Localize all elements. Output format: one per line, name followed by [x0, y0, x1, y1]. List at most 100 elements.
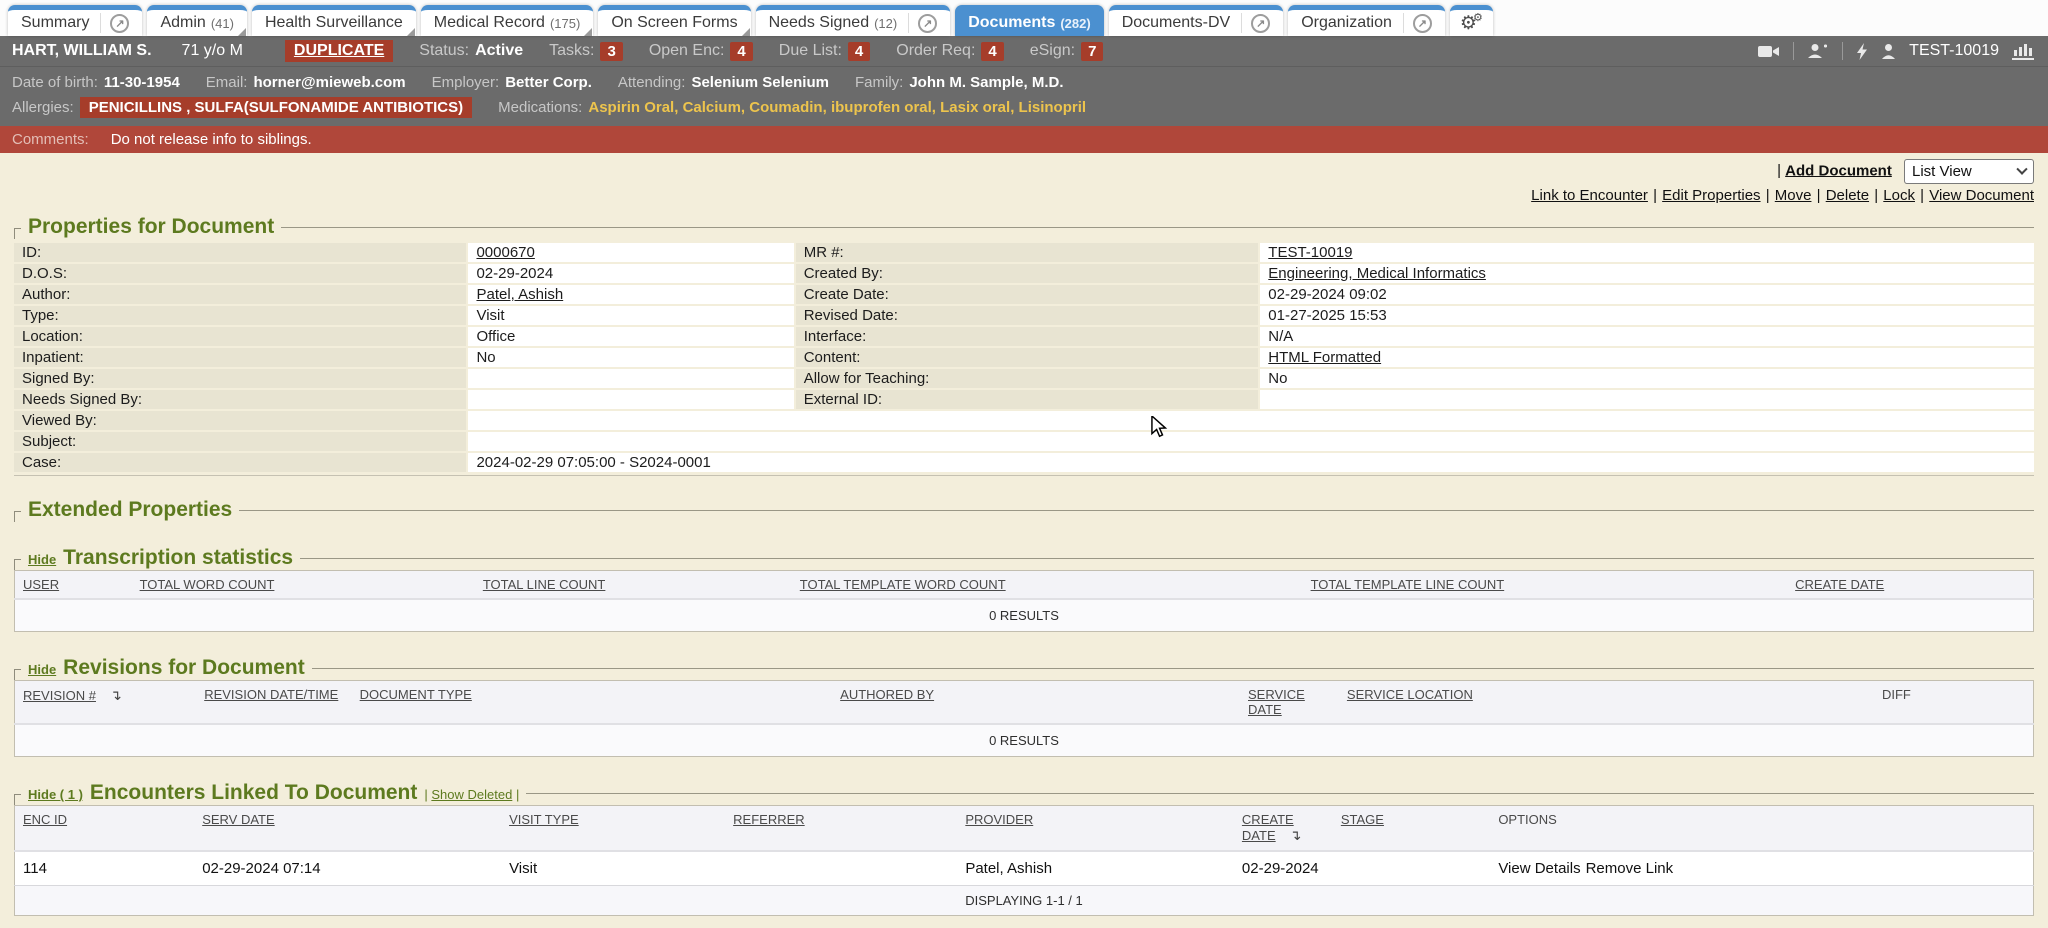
tab-organization[interactable]: Organization ↗: [1288, 5, 1445, 36]
col-header-user[interactable]: USER: [15, 571, 132, 600]
col-header-total-line-count[interactable]: TOTAL LINE COUNT: [475, 571, 792, 600]
col-header-revision-datetime[interactable]: REVISION DATE/TIME: [196, 681, 351, 725]
due-list-count-badge[interactable]: 4: [848, 42, 870, 61]
lock-link[interactable]: Lock: [1883, 187, 1929, 204]
family-doctor: Family:John M. Sample, M.D.: [855, 74, 1064, 91]
chevron-down-icon: [2016, 163, 2027, 174]
external-link-icon[interactable]: ↗: [1413, 14, 1432, 33]
col-header-revision-number[interactable]: REVISION #↴: [15, 681, 197, 725]
medication-link[interactable]: ibuprofen oral: [831, 99, 940, 116]
col-header-document-type[interactable]: DOCUMENT TYPE: [352, 681, 833, 725]
doc-id-link[interactable]: 0000670: [476, 244, 534, 261]
medications-label: Medications:: [498, 99, 582, 116]
mr-number-link[interactable]: TEST-10019: [1268, 244, 1352, 261]
created-by-link[interactable]: Engineering, Medical Informatics: [1268, 265, 1486, 282]
tab-health-surveillance[interactable]: Health Surveillance: [252, 5, 416, 36]
col-header-authored-by[interactable]: AUTHORED BY: [832, 681, 1240, 725]
bar-chart-icon[interactable]: [2012, 42, 2036, 60]
enc-id-cell: 114: [15, 851, 195, 886]
col-header-total-template-line-count[interactable]: TOTAL TEMPLATE LINE COUNT: [1303, 571, 1788, 600]
tab-label: Admin: [160, 14, 205, 32]
fieldset-rule: [312, 668, 2034, 669]
fieldset-rule: [281, 227, 2034, 228]
view-mode-select[interactable]: List View: [1904, 159, 2034, 184]
transcription-table: USER TOTAL WORD COUNT TOTAL LINE COUNT T…: [14, 570, 2034, 632]
external-link-icon[interactable]: ↗: [918, 14, 937, 33]
document-link-actions: Link to EncounterEdit PropertiesMoveDele…: [14, 187, 2034, 211]
encounters-section-header: Hide ( 1 ) Encounters Linked To Document…: [14, 781, 2034, 805]
submenu-fold-icon: [742, 28, 750, 36]
duplicate-flag-link[interactable]: DUPLICATE: [285, 40, 393, 62]
tab-label: Summary: [21, 14, 89, 32]
esign-count-badge[interactable]: 7: [1081, 42, 1103, 61]
person-icon[interactable]: [1881, 43, 1896, 59]
medication-link[interactable]: Lasix oral: [940, 99, 1018, 116]
hide-transcription-link[interactable]: Hide: [28, 552, 56, 567]
col-header-visit-type[interactable]: VISIT TYPE: [501, 806, 725, 852]
col-header-total-word-count[interactable]: TOTAL WORD COUNT: [132, 571, 475, 600]
table-row: Author: Patel, Ashish Create Date: 02-29…: [14, 285, 2034, 304]
patient-name-link[interactable]: HART, WILLIAM S.: [12, 42, 152, 60]
video-camera-icon[interactable]: [1758, 44, 1780, 59]
add-person-icon[interactable]: [1807, 43, 1829, 59]
medication-link[interactable]: Calcium: [683, 99, 750, 116]
lightning-bolt-icon[interactable]: [1856, 43, 1868, 60]
table-row: ID: 0000670 MR #: TEST-10019: [14, 243, 2034, 262]
hide-encounters-link[interactable]: Hide ( 1 ): [28, 787, 83, 802]
open-enc-count-badge[interactable]: 4: [730, 42, 752, 61]
col-header-service-location[interactable]: SERVICE LOCATION: [1339, 681, 1874, 725]
tasks-count-badge[interactable]: 3: [600, 42, 622, 61]
col-header-total-template-word-count[interactable]: TOTAL TEMPLATE WORD COUNT: [792, 571, 1303, 600]
link-to-encounter-link[interactable]: Link to Encounter: [1531, 187, 1662, 204]
medication-link[interactable]: Aspirin Oral: [588, 99, 682, 116]
medication-link[interactable]: Coumadin: [749, 99, 831, 116]
properties-bottom-rule: [14, 475, 2034, 476]
edit-properties-link[interactable]: Edit Properties: [1662, 187, 1775, 204]
tab-divider: [1241, 13, 1242, 33]
order-req-count-badge[interactable]: 4: [981, 42, 1003, 61]
view-details-link[interactable]: View Details: [1498, 860, 1580, 877]
move-link[interactable]: Move: [1775, 187, 1826, 204]
sort-descending-icon[interactable]: ↴: [110, 687, 122, 704]
col-header-stage[interactable]: STAGE: [1333, 806, 1490, 852]
allergies-alert[interactable]: PENICILLINS , SULFA(SULFONAMIDE ANTIBIOT…: [80, 97, 472, 118]
tasks-stat: Tasks: 3: [549, 42, 623, 61]
col-header-service-date[interactable]: SERVICE DATE: [1240, 681, 1339, 725]
view-document-link[interactable]: View Document: [1929, 187, 2034, 204]
tab-bar: Summary ↗ Admin (41) Health Surveillance…: [0, 0, 2048, 36]
col-header-enc-id[interactable]: ENC ID: [15, 806, 195, 852]
stage-cell: [1333, 851, 1490, 886]
fieldset-rule: [300, 558, 2034, 559]
tab-admin[interactable]: Admin (41): [147, 5, 246, 36]
show-deleted-link[interactable]: Show Deleted: [431, 787, 512, 802]
document-actions-row: Add Document List View: [14, 159, 2034, 187]
col-header-serv-date[interactable]: SERV DATE: [194, 806, 501, 852]
add-document-link[interactable]: Add Document: [1785, 162, 1892, 179]
tab-divider: [908, 13, 909, 33]
remove-link-link[interactable]: Remove Link: [1586, 860, 1674, 877]
sort-descending-icon[interactable]: ↴: [1290, 827, 1302, 844]
tab-on-screen-forms[interactable]: On Screen Forms: [598, 5, 750, 36]
col-header-create-date[interactable]: CREATE DATE↴: [1234, 806, 1333, 852]
medication-link[interactable]: Lisinopril: [1019, 99, 1087, 116]
external-link-icon[interactable]: ↗: [110, 14, 129, 33]
col-header-create-date[interactable]: CREATE DATE: [1787, 571, 2033, 600]
tab-medical-record[interactable]: Medical Record (175): [421, 5, 594, 36]
table-row: Needs Signed By: External ID:: [14, 390, 2034, 409]
open-enc-stat: Open Enc: 4: [649, 42, 753, 61]
empty-results-row: 0 RESULTS: [15, 599, 2034, 632]
col-header-referrer[interactable]: REFERRER: [725, 806, 957, 852]
col-header-provider[interactable]: PROVIDER: [957, 806, 1234, 852]
tab-documents[interactable]: Documents (282): [955, 5, 1103, 36]
delete-link[interactable]: Delete: [1826, 187, 1884, 204]
tab-needs-signed[interactable]: Needs Signed (12) ↗: [756, 5, 951, 36]
hide-revisions-link[interactable]: Hide: [28, 662, 56, 677]
divider: [1842, 42, 1843, 60]
content-format-link[interactable]: HTML Formatted: [1268, 349, 1381, 366]
author-link[interactable]: Patel, Ashish: [476, 286, 563, 303]
transcription-statistics-section: Hide Transcription statistics USER TOTAL…: [14, 546, 2034, 632]
external-link-icon[interactable]: ↗: [1251, 14, 1270, 33]
settings-gear-button[interactable]: ⚙ ⚙: [1450, 5, 1493, 36]
tab-summary[interactable]: Summary ↗: [8, 5, 142, 36]
tab-documents-dv[interactable]: Documents-DV ↗: [1109, 5, 1283, 36]
